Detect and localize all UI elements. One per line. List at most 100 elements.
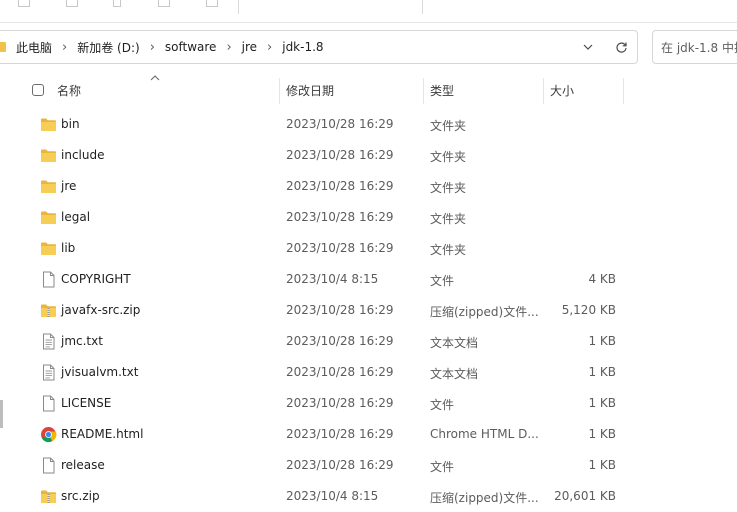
file-size: 4 KB: [588, 272, 616, 286]
file-name: jvisualvm.txt: [61, 365, 139, 379]
paste-icon[interactable]: [66, 0, 78, 7]
sort-ascending-icon: [150, 75, 160, 81]
file-size: 5,120 KB: [561, 303, 616, 317]
file-icon: [40, 457, 57, 474]
file-type: 文件: [430, 398, 455, 412]
file-type: Chrome HTML D...: [430, 427, 539, 441]
breadcrumb-item-drive[interactable]: 新加卷 (D:): [77, 39, 139, 56]
file-type: 文件: [430, 460, 455, 474]
breadcrumb: 此电脑 › 新加卷 (D:) › software › jre › jdk-1.…: [16, 31, 324, 63]
text-file-icon: [40, 364, 57, 381]
file-modified-date: 2023/10/28 16:29: [286, 241, 394, 255]
chevron-right-icon[interactable]: ›: [226, 40, 231, 55]
file-list: bin 2023/10/28 16:29 文件夹 include 2023/10/28 …: [0, 109, 737, 512]
search-input[interactable]: 在 jdk-1.8 中搜: [652, 30, 737, 64]
file-modified-date: 2023/10/4 8:15: [286, 489, 379, 503]
chrome-icon: [40, 426, 57, 443]
rename-icon[interactable]: [113, 0, 121, 7]
file-row[interactable]: jmc.txt 2023/10/28 16:29 文本文档 1 KB: [0, 326, 737, 357]
file-size: 1 KB: [588, 365, 616, 379]
file-modified-date: 2023/10/28 16:29: [286, 303, 394, 317]
file-type: 文件夹: [430, 119, 467, 133]
folder-icon: [40, 209, 57, 226]
file-row[interactable]: include 2023/10/28 16:29 文件夹: [0, 140, 737, 171]
file-modified-date: 2023/10/28 16:29: [286, 427, 394, 441]
toolbar-divider: [238, 0, 239, 14]
file-type: 文件夹: [430, 212, 467, 226]
file-size: 1 KB: [588, 334, 616, 348]
file-row[interactable]: src.zip 2023/10/4 8:15 压缩(zipped)文件... 20,6…: [0, 481, 737, 512]
search-placeholder: 在 jdk-1.8 中搜: [661, 40, 737, 55]
file-row[interactable]: jvisualvm.txt 2023/10/28 16:29 文本文档 1 KB: [0, 357, 737, 388]
column-header-size[interactable]: 大小: [550, 82, 574, 99]
chevron-down-icon: [583, 44, 593, 50]
file-row[interactable]: COPYRIGHT 2023/10/4 8:15 文件 4 KB: [0, 264, 737, 295]
copy-icon[interactable]: [18, 0, 30, 7]
file-type: 文件: [430, 274, 455, 288]
file-name: jmc.txt: [61, 334, 103, 348]
file-row[interactable]: README.html 2023/10/28 16:29 Chrome HTML D…: [0, 419, 737, 450]
file-row[interactable]: javafx-src.zip 2023/10/28 16:29 压缩(zipped)…: [0, 295, 737, 326]
file-type: 文本文档: [430, 336, 479, 350]
file-name: README.html: [61, 427, 144, 441]
file-modified-date: 2023/10/28 16:29: [286, 179, 394, 193]
file-type: 压缩(zipped)文件...: [430, 305, 539, 319]
breadcrumb-item-this-pc[interactable]: 此电脑: [16, 39, 52, 56]
file-row[interactable]: LICENSE 2023/10/28 16:29 文件 1 KB: [0, 388, 737, 419]
folder-icon: [40, 116, 57, 133]
file-row[interactable]: lib 2023/10/28 16:29 文件夹: [0, 233, 737, 264]
folder-icon: [0, 42, 6, 52]
file-name: COPYRIGHT: [61, 272, 131, 286]
refresh-button[interactable]: [613, 39, 629, 55]
file-name: bin: [61, 117, 80, 131]
breadcrumb-item-jre[interactable]: jre: [242, 40, 257, 54]
chevron-right-icon[interactable]: ›: [62, 40, 67, 55]
share-icon[interactable]: [158, 0, 170, 7]
column-divider[interactable]: [423, 78, 424, 104]
column-header-date[interactable]: 修改日期: [286, 82, 334, 99]
address-history-dropdown[interactable]: [580, 39, 596, 55]
column-divider[interactable]: [623, 78, 624, 104]
file-name: javafx-src.zip: [61, 303, 141, 317]
file-name: include: [61, 148, 105, 162]
column-header-type[interactable]: 类型: [430, 82, 454, 99]
file-size: 20,601 KB: [554, 489, 616, 503]
file-type: 文本文档: [430, 367, 479, 381]
file-name: LICENSE: [61, 396, 112, 410]
file-name: src.zip: [61, 489, 100, 503]
file-size: 1 KB: [588, 458, 616, 472]
file-type: 文件夹: [430, 181, 467, 195]
file-modified-date: 2023/10/28 16:29: [286, 148, 394, 162]
column-header-name[interactable]: 名称: [57, 82, 81, 99]
file-modified-date: 2023/10/28 16:29: [286, 458, 394, 472]
file-row[interactable]: jre 2023/10/28 16:29 文件夹: [0, 171, 737, 202]
chevron-right-icon[interactable]: ›: [267, 40, 272, 55]
refresh-icon: [615, 42, 627, 53]
zip-folder-icon: [40, 488, 57, 505]
file-name: legal: [61, 210, 91, 224]
folder-icon: [40, 178, 57, 195]
delete-icon[interactable]: [206, 0, 218, 7]
breadcrumb-item-jdk[interactable]: jdk-1.8: [282, 40, 323, 54]
file-modified-date: 2023/10/28 16:29: [286, 117, 394, 131]
breadcrumb-item-software[interactable]: software: [165, 40, 217, 54]
file-modified-date: 2023/10/28 16:29: [286, 334, 394, 348]
file-modified-date: 2023/10/28 16:29: [286, 210, 394, 224]
file-name: jre: [61, 179, 77, 193]
text-file-icon: [40, 333, 57, 350]
column-divider[interactable]: [543, 78, 544, 104]
folder-icon: [40, 147, 57, 164]
file-row[interactable]: release 2023/10/28 16:29 文件 1 KB: [0, 450, 737, 481]
file-row[interactable]: legal 2023/10/28 16:29 文件夹: [0, 202, 737, 233]
file-icon: [40, 271, 57, 288]
chevron-right-icon[interactable]: ›: [150, 40, 155, 55]
column-header: 名称 修改日期 类型 大小: [0, 74, 737, 108]
column-divider[interactable]: [279, 78, 280, 104]
file-size: 1 KB: [588, 427, 616, 441]
file-name: lib: [61, 241, 76, 255]
file-row[interactable]: bin 2023/10/28 16:29 文件夹: [0, 109, 737, 140]
select-all-checkbox[interactable]: [32, 84, 44, 96]
address-bar[interactable]: 此电脑 › 新加卷 (D:) › software › jre › jdk-1.…: [0, 30, 638, 64]
file-type: 文件夹: [430, 150, 467, 164]
file-modified-date: 2023/10/4 8:15: [286, 272, 379, 286]
